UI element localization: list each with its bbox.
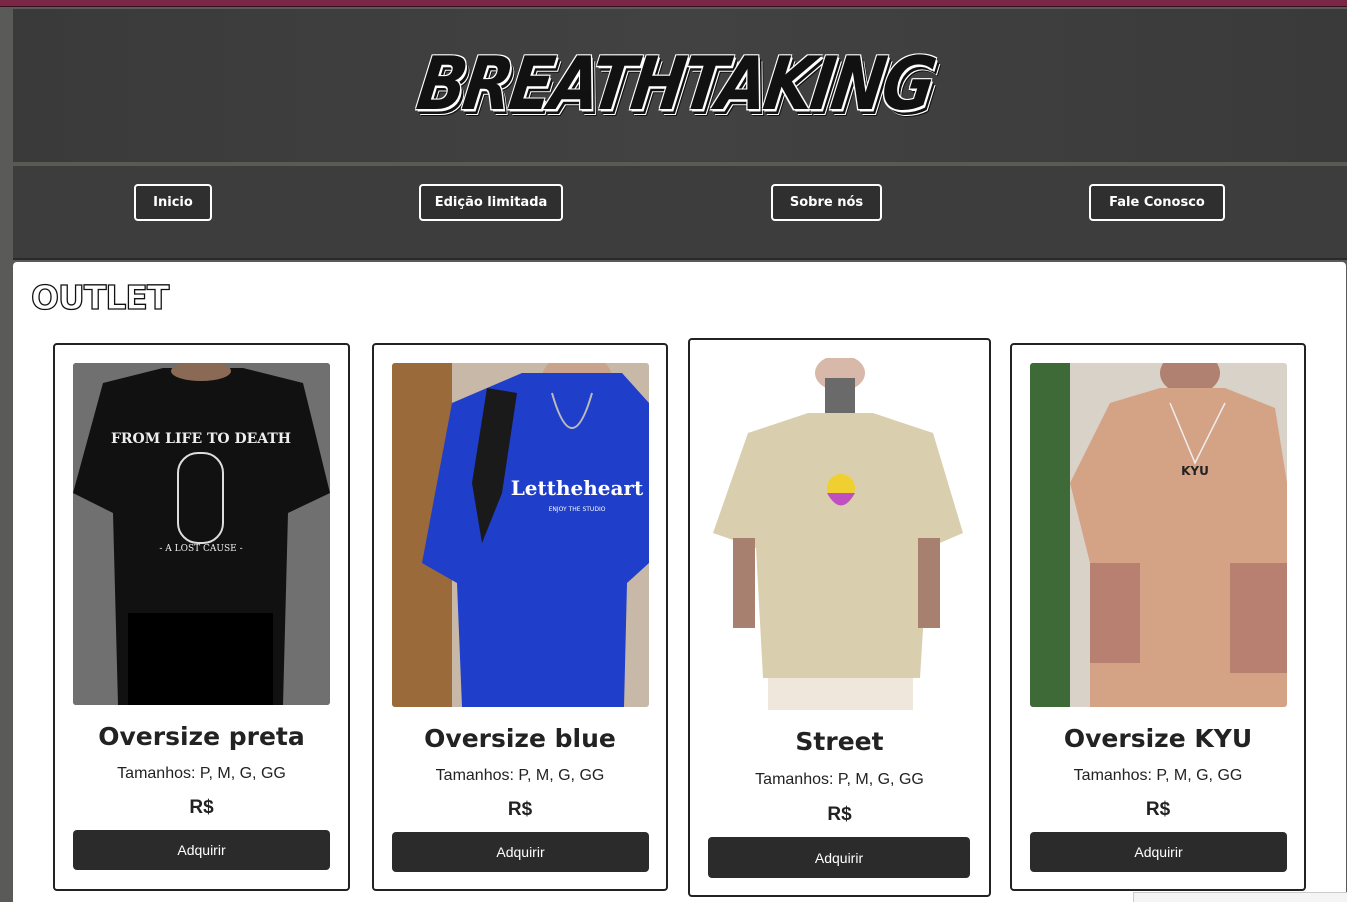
section-title: OUTLET: [30, 277, 170, 317]
product-sizes: Tamanhos: P, M, G, GG: [755, 771, 924, 788]
product-name: Oversize preta: [98, 722, 305, 751]
buy-button[interactable]: Adquirir: [1030, 832, 1287, 872]
product-image[interactable]: KYU: [1030, 363, 1287, 707]
product-sizes: Tamanhos: P, M, G, GG: [1073, 767, 1243, 784]
svg-text:ENJOY THE STUDIO: ENJOY THE STUDIO: [549, 506, 606, 513]
product-price: R$: [507, 799, 533, 820]
nav-inicio-button[interactable]: Inicio: [134, 184, 212, 221]
product-sizes: Tamanhos: P, M, G, GG: [117, 765, 286, 782]
product-name: Street: [795, 727, 884, 756]
black-tshirt-image: - A LOST CAUSE - FROM LIFE TO DEATH: [73, 363, 330, 705]
outlet-section: OUTLET - A LOST CAUSE - FROM LIFE TO DEA…: [13, 262, 1346, 902]
svg-text:FROM LIFE TO DEATH: FROM LIFE TO DEATH: [111, 431, 291, 447]
browser-top-bar: [0, 0, 1347, 7]
logo-text: BREATHTAKING: [411, 41, 939, 128]
product-image[interactable]: Lettheheart ENJOY THE STUDIO: [392, 363, 649, 707]
nav-fale-conosco-button[interactable]: Fale Conosco: [1089, 184, 1225, 221]
blue-tshirt-image: Lettheheart ENJOY THE STUDIO: [392, 363, 649, 707]
product-sizes: Tamanhos: P, M, G, GG: [435, 767, 605, 784]
product-price: R$: [1145, 799, 1171, 820]
product-name: Oversize KYU: [1063, 724, 1253, 753]
product-name: Oversize blue: [424, 724, 616, 753]
svg-text:- A LOST CAUSE -: - A LOST CAUSE -: [159, 544, 242, 554]
product-price: R$: [827, 804, 852, 825]
product-card: KYU Oversize KYU Tamanhos: P, M, G, GG R…: [1010, 343, 1306, 891]
product-card: - A LOST CAUSE - FROM LIFE TO DEATH Over…: [53, 343, 350, 891]
main-nav: Inicio Edição limitada Sobre nós Fale Co…: [13, 166, 1347, 260]
nav-sobre-nos-button[interactable]: Sobre nós: [771, 184, 882, 221]
buy-button[interactable]: Adquirir: [392, 832, 649, 872]
nav-edicao-limitada-button[interactable]: Edição limitada: [419, 184, 563, 221]
product-image[interactable]: - A LOST CAUSE - FROM LIFE TO DEATH: [73, 363, 330, 705]
product-card: Street Tamanhos: P, M, G, GG R$ Adquirir: [688, 338, 991, 897]
site-header: BREATHTAKING: [13, 9, 1347, 165]
product-price: R$: [189, 797, 214, 818]
svg-text:KYU: KYU: [1181, 464, 1209, 478]
logo[interactable]: BREATHTAKING: [412, 42, 938, 127]
tan-tshirt-image: KYU: [1030, 363, 1287, 707]
product-card: Lettheheart ENJOY THE STUDIO Oversize bl…: [372, 343, 668, 891]
beige-tshirt-image: [708, 358, 970, 710]
buy-button[interactable]: Adquirir: [708, 837, 970, 878]
svg-text:Lettheheart: Lettheheart: [511, 476, 644, 500]
buy-button[interactable]: Adquirir: [73, 830, 330, 870]
product-image[interactable]: [708, 358, 970, 710]
